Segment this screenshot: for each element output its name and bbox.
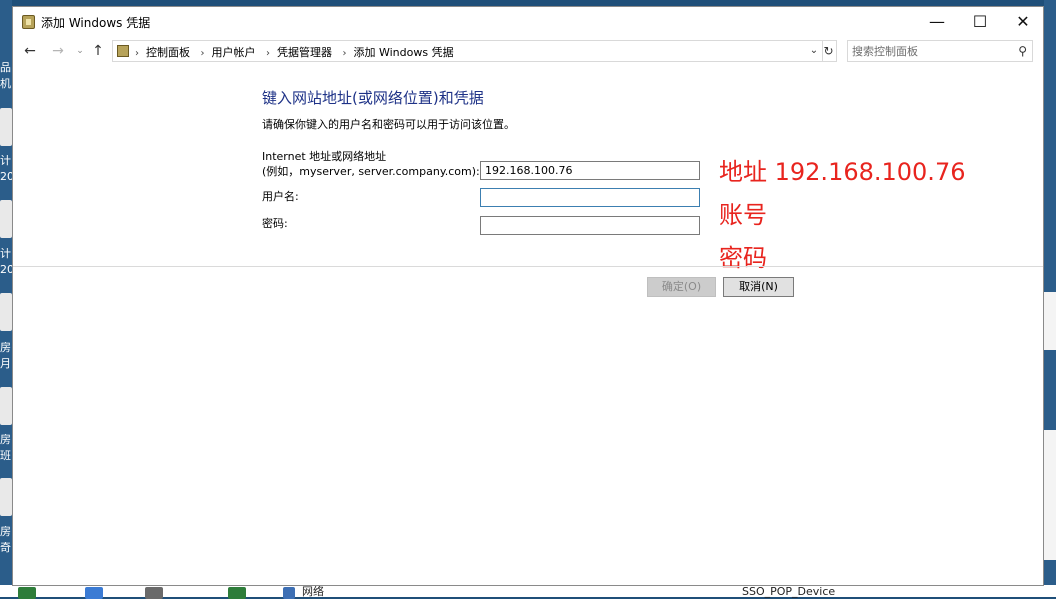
address-dropdown-chevron-icon[interactable]: ⌄ [807, 43, 821, 59]
desktop-fragment: 计 [0, 248, 11, 260]
annotation-account: 账号 [719, 201, 767, 229]
ok-button[interactable]: 确定(O) [647, 277, 716, 297]
desktop-icon[interactable] [0, 478, 12, 516]
taskbar-app-icon[interactable] [228, 587, 246, 599]
minimize-button[interactable]: — [914, 7, 960, 37]
desktop-left-edge: 品 机 计 20 计 20 房 月 房 班 房 奇 [0, 0, 12, 597]
desktop-icon[interactable] [0, 387, 12, 425]
desktop-fragment: 20 [0, 264, 12, 276]
username-label: 用户名: [262, 190, 299, 203]
network-icon [283, 587, 295, 599]
desktop-icon[interactable] [0, 293, 12, 331]
taskbar: 网络 SSO_POP_Device [0, 585, 1056, 599]
address-input[interactable] [480, 161, 700, 180]
address-bar[interactable]: › 控制面板 › 用户帐户 › 凭据管理器 › 添加 Windows 凭据 [112, 40, 823, 62]
page-heading: 键入网站地址(或网络位置)和凭据 [262, 89, 484, 107]
desktop-fragment: 月 [0, 358, 11, 370]
annotation-password: 密码 [719, 244, 767, 272]
username-input[interactable] [480, 188, 700, 207]
password-label: 密码: [262, 217, 288, 230]
window-title: 添加 Windows 凭据 [41, 16, 151, 30]
desktop-fragment: 机 [0, 78, 11, 90]
desktop-fragment: 房 [0, 434, 11, 446]
password-input[interactable] [480, 216, 700, 235]
close-button[interactable]: ✕ [1000, 7, 1046, 37]
credential-manager-icon [22, 15, 35, 29]
desktop-fragment: 品 [0, 62, 11, 74]
desktop-fragment: 20 [0, 171, 12, 183]
add-windows-credential-window: 添加 Windows 凭据 — ☐ ✕ ← → ⌄ ↑ › 控制面板 › 用户帐户 … [12, 6, 1044, 586]
up-arrow-icon[interactable]: ↑ [88, 41, 108, 61]
address-label-line1: Internet 地址或网络地址 [262, 150, 387, 163]
breadcrumb-credential-manager[interactable]: 凭据管理器 [277, 46, 332, 59]
control-panel-icon [117, 45, 129, 57]
desktop-fragment: 计 [0, 155, 11, 167]
background-window-fragment [1044, 430, 1056, 560]
taskbar-app-icon[interactable] [145, 587, 163, 599]
desktop-fragment: 房 [0, 342, 11, 354]
address-label: Internet 地址或网络地址 (例如，myserver, server.co… [262, 149, 480, 179]
cancel-button[interactable]: 取消(N) [723, 277, 794, 297]
address-label-line2: (例如，myserver, server.company.com): [262, 165, 480, 178]
breadcrumb-control-panel[interactable]: 控制面板 [146, 46, 190, 59]
instruction-text: 请确保你键入的用户名和密码可以用于访问该位置。 [262, 118, 515, 131]
forward-arrow-icon[interactable]: → [48, 41, 68, 61]
taskbar-app-icon[interactable] [18, 587, 36, 599]
desktop-fragment: 奇 [0, 542, 11, 554]
desktop-fragment: 班 [0, 450, 11, 462]
breadcrumb-user-accounts[interactable]: 用户帐户 [212, 46, 256, 59]
breadcrumb-add-windows-credential[interactable]: 添加 Windows 凭据 [354, 46, 454, 59]
desktop-right-edge [1044, 0, 1056, 597]
title-bar[interactable]: 添加 Windows 凭据 — ☐ ✕ [13, 7, 1043, 37]
refresh-icon[interactable]: ↻ [821, 40, 837, 62]
search-icon[interactable]: ⚲ [1018, 44, 1027, 58]
back-arrow-icon[interactable]: ← [20, 41, 40, 61]
breadcrumb: › 控制面板 › 用户帐户 › 凭据管理器 › 添加 Windows 凭据 [135, 46, 454, 59]
recent-locations-chevron-icon[interactable]: ⌄ [70, 41, 90, 61]
annotation-address: 地址 192.168.100.76 [719, 158, 966, 186]
taskbar-app-icon[interactable] [85, 587, 103, 599]
search-box[interactable]: ⚲ [847, 40, 1033, 62]
background-window-fragment [1044, 292, 1056, 350]
desktop-fragment: 房 [0, 526, 11, 538]
search-input[interactable] [852, 42, 1002, 60]
desktop-icon[interactable] [0, 200, 12, 238]
maximize-button[interactable]: ☐ [957, 7, 1003, 37]
desktop-icon[interactable] [0, 108, 12, 146]
divider [13, 266, 1043, 267]
